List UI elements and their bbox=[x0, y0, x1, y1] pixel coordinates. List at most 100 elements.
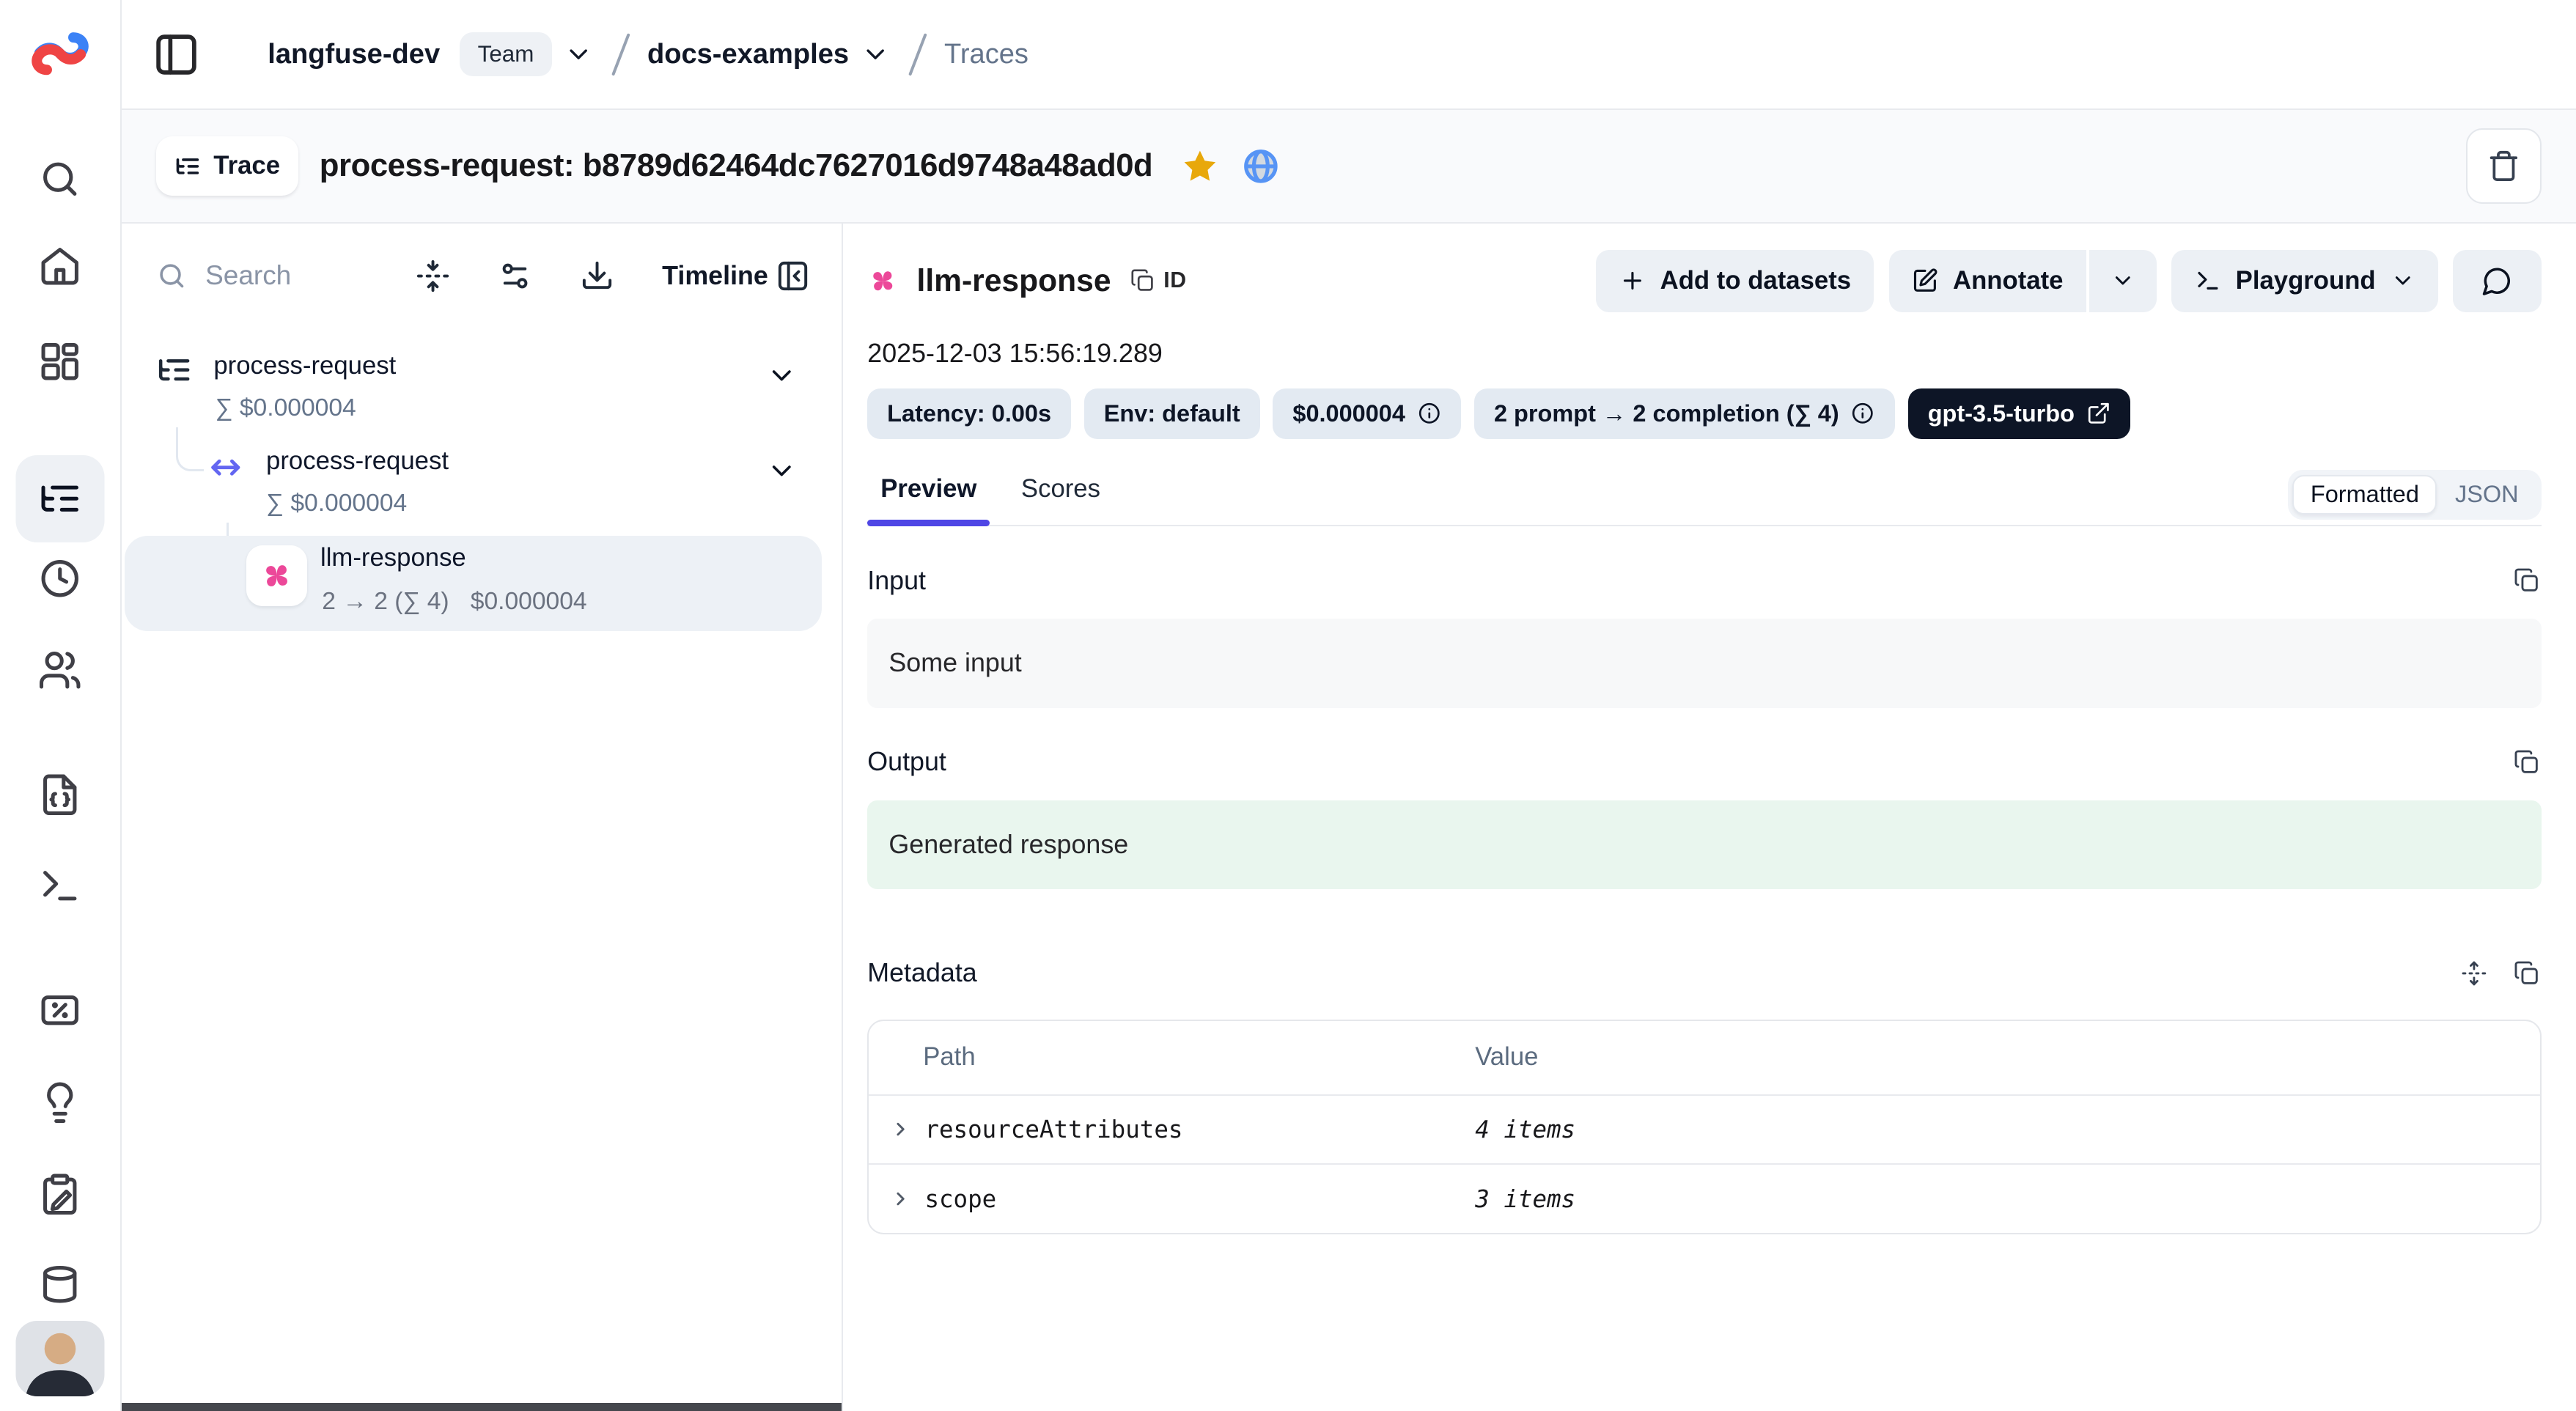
topbar: langfuse-dev Team docs-examples Traces bbox=[122, 0, 2576, 110]
collapse-node-chevron-icon[interactable] bbox=[766, 360, 798, 391]
rail-playground-icon[interactable] bbox=[15, 858, 104, 913]
rail-dashboard-icon[interactable] bbox=[15, 334, 104, 389]
annotate-split-button: Annotate bbox=[1889, 250, 2157, 312]
tree-node-selected[interactable] bbox=[125, 536, 821, 631]
cost-badge[interactable]: $0.000004 bbox=[1273, 388, 1461, 439]
input-label: Input bbox=[867, 566, 926, 596]
timeline-toggle[interactable]: Timeline bbox=[662, 261, 768, 291]
latency-badge: Latency: 0.00s bbox=[867, 388, 1071, 439]
tree-node-name[interactable]: process-request bbox=[266, 447, 449, 476]
tree-node-name[interactable]: process-request bbox=[213, 352, 396, 380]
user-avatar[interactable] bbox=[15, 1321, 104, 1396]
nav-rail bbox=[0, 0, 122, 1411]
trace-tree-icon bbox=[174, 153, 201, 180]
table-row: resourceAttributes 4 items bbox=[869, 1095, 2540, 1164]
pencil-square-icon bbox=[1912, 268, 1938, 294]
rail-tracing-icon[interactable] bbox=[15, 455, 104, 542]
rail-users-icon[interactable] bbox=[15, 642, 104, 698]
rail-datasets-icon[interactable] bbox=[15, 1256, 104, 1312]
metadata-table: Path Value resourceAttributes bbox=[867, 1020, 2542, 1234]
tree-toolbar: Search Timeline bbox=[156, 251, 815, 301]
delete-trace-button[interactable] bbox=[2466, 128, 2542, 204]
observation-timestamp: 2025-12-03 15:56:19.289 bbox=[867, 339, 2542, 369]
rail-prompts-icon[interactable] bbox=[15, 767, 104, 823]
trace-type-label: Trace bbox=[213, 152, 280, 180]
copy-metadata-icon[interactable] bbox=[2514, 959, 2542, 987]
bookmark-star-icon[interactable] bbox=[1180, 147, 1220, 186]
add-to-datasets-button[interactable]: Add to datasets bbox=[1596, 250, 1874, 312]
tree-node-cost: ∑ $0.000004 bbox=[216, 394, 356, 422]
annotate-dropdown-chevron-icon[interactable] bbox=[2089, 250, 2157, 312]
trash-icon bbox=[2487, 150, 2520, 183]
token-usage-badge[interactable]: 2 prompt → 2 completion (∑ 4) bbox=[1474, 388, 1895, 439]
input-section-header: Input bbox=[867, 566, 2542, 596]
terminal-icon bbox=[2195, 268, 2221, 294]
tree-node-cost: $0.000004 bbox=[471, 588, 587, 616]
observation-tree-panel: Search Timeline bbox=[122, 224, 843, 1411]
plus-icon bbox=[1619, 268, 1646, 294]
rail-sessions-icon[interactable] bbox=[15, 550, 104, 606]
span-node-icon bbox=[207, 449, 245, 487]
horizontal-scrollbar[interactable] bbox=[122, 1403, 842, 1411]
rail-evaluation-icon[interactable] bbox=[15, 982, 104, 1038]
metadata-key-expand[interactable]: resourceAttributes bbox=[869, 1116, 1475, 1143]
view-toggle-formatted[interactable]: Formatted bbox=[2292, 475, 2437, 515]
observation-detail-panel: llm-response ID Add to datasets bbox=[843, 224, 2576, 1411]
breadcrumb-page[interactable]: Traces bbox=[944, 39, 1028, 70]
search-placeholder: Search bbox=[205, 260, 291, 291]
tab-preview[interactable]: Preview bbox=[867, 475, 990, 525]
model-badge[interactable]: gpt-3.5-turbo bbox=[1908, 388, 2130, 439]
org-switch-chevron-icon[interactable] bbox=[564, 40, 593, 69]
rail-insights-icon[interactable] bbox=[15, 1075, 104, 1130]
input-content: Some input bbox=[867, 619, 2542, 708]
langfuse-logo-icon[interactable] bbox=[25, 18, 95, 89]
rail-home-icon[interactable] bbox=[15, 238, 104, 294]
detail-header: llm-response ID Add to datasets bbox=[867, 250, 2542, 312]
metadata-col-path: Path bbox=[869, 1021, 1475, 1095]
tree-node-stats: 2 → 2 (∑ 4) $0.000004 bbox=[322, 588, 586, 616]
tab-scores[interactable]: Scores bbox=[1008, 475, 1114, 525]
expand-metadata-icon[interactable] bbox=[2461, 959, 2489, 987]
comments-button[interactable] bbox=[2453, 250, 2542, 312]
tree-settings-icon[interactable] bbox=[498, 257, 537, 296]
observation-title: llm-response bbox=[916, 263, 1111, 299]
org-name[interactable]: langfuse-dev bbox=[268, 39, 440, 70]
external-link-icon bbox=[2086, 401, 2111, 426]
tree-node-name[interactable]: llm-response bbox=[320, 544, 466, 572]
download-icon[interactable] bbox=[580, 257, 619, 296]
playground-button[interactable]: Playground bbox=[2171, 250, 2438, 312]
copy-output-icon[interactable] bbox=[2514, 748, 2542, 776]
observation-tree: process-request ∑ $0.000004 process-requ… bbox=[122, 352, 842, 779]
collapse-node-chevron-icon[interactable] bbox=[766, 455, 798, 487]
sidebar-toggle-icon[interactable] bbox=[152, 29, 202, 78]
metadata-section-header: Metadata bbox=[867, 958, 2542, 988]
copy-id-button[interactable]: ID bbox=[1130, 268, 1186, 293]
langfuse-app: langfuse-dev Team docs-examples Traces T… bbox=[0, 0, 2576, 1411]
project-name[interactable]: docs-examples bbox=[647, 39, 849, 70]
collapse-panel-icon[interactable] bbox=[776, 257, 815, 296]
output-label: Output bbox=[867, 747, 946, 777]
annotate-button[interactable]: Annotate bbox=[1889, 250, 2086, 312]
trace-title: process-request: b8789d62464dc7627016d97… bbox=[320, 147, 1152, 184]
output-content: Generated response bbox=[867, 800, 2542, 890]
collapse-all-icon[interactable] bbox=[416, 257, 455, 296]
generation-node-icon bbox=[246, 545, 307, 606]
detail-tabs: Preview Scores Formatted JSON bbox=[867, 465, 2542, 526]
tree-node-cost: ∑ $0.000004 bbox=[266, 490, 407, 517]
tree-search-input[interactable]: Search bbox=[156, 260, 383, 292]
rail-search-icon[interactable] bbox=[15, 151, 104, 207]
metadata-value: 4 items bbox=[1475, 1095, 2540, 1164]
output-section-header: Output bbox=[867, 747, 2542, 777]
view-toggle-json[interactable]: JSON bbox=[2437, 474, 2536, 515]
copy-input-icon[interactable] bbox=[2514, 567, 2542, 594]
metadata-col-value: Value bbox=[1475, 1021, 2540, 1095]
table-row: scope 3 items bbox=[869, 1164, 2540, 1233]
breadcrumb-divider bbox=[611, 33, 630, 75]
public-globe-icon[interactable] bbox=[1241, 147, 1281, 186]
metadata-value: 3 items bbox=[1475, 1164, 2540, 1233]
project-switch-chevron-icon[interactable] bbox=[861, 40, 890, 69]
comment-bubble-icon bbox=[2481, 265, 2513, 297]
metadata-key-expand[interactable]: scope bbox=[869, 1185, 1475, 1213]
chevron-right-icon bbox=[890, 1119, 911, 1140]
rail-annotation-icon[interactable] bbox=[15, 1166, 104, 1222]
